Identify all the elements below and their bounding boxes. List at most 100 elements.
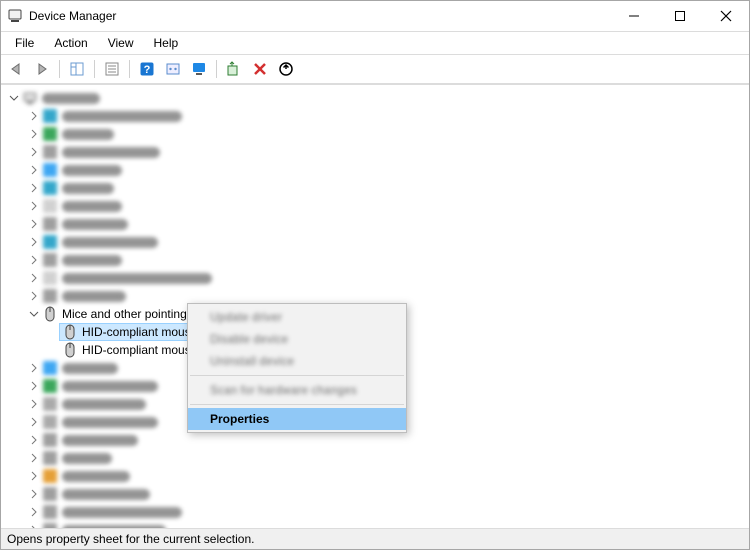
mouse-icon xyxy=(42,306,58,322)
device-icon xyxy=(42,270,58,286)
device-icon xyxy=(42,162,58,178)
chevron-right-icon[interactable] xyxy=(27,127,41,141)
close-button[interactable] xyxy=(703,1,749,31)
device-icon xyxy=(42,504,58,520)
device-tree[interactable]: Mice and other pointing devices HID-comp… xyxy=(1,85,749,528)
cm-separator xyxy=(190,404,404,405)
device-icon xyxy=(42,468,58,484)
menu-view[interactable]: View xyxy=(100,34,142,52)
chevron-right-icon[interactable] xyxy=(27,163,41,177)
device-icon xyxy=(42,288,58,304)
device-icon xyxy=(42,180,58,196)
category-blurred[interactable] xyxy=(5,449,749,467)
chevron-right-icon[interactable] xyxy=(27,289,41,303)
context-menu: Update driver Disable device Uninstall d… xyxy=(187,303,407,433)
device-icon xyxy=(42,234,58,250)
device-icon xyxy=(42,144,58,160)
show-hidden-icon[interactable] xyxy=(162,58,184,80)
toolbar-separator xyxy=(129,60,130,78)
chevron-right-icon[interactable] xyxy=(27,217,41,231)
device-icon xyxy=(42,216,58,232)
scan-hardware-icon[interactable] xyxy=(223,58,245,80)
chevron-right-icon[interactable] xyxy=(27,505,41,519)
show-hide-tree-icon[interactable] xyxy=(66,58,88,80)
content-area: Mice and other pointing devices HID-comp… xyxy=(1,84,749,529)
cm-uninstall-device[interactable]: Uninstall device xyxy=(188,350,406,372)
cm-properties[interactable]: Properties xyxy=(188,408,406,430)
chevron-right-icon[interactable] xyxy=(27,415,41,429)
category-blurred[interactable] xyxy=(5,143,749,161)
mouse-icon xyxy=(62,324,78,340)
category-blurred[interactable] xyxy=(5,161,749,179)
category-blurred[interactable] xyxy=(5,197,749,215)
category-blurred[interactable] xyxy=(5,485,749,503)
tree-root[interactable] xyxy=(5,89,749,107)
statusbar-text: Opens property sheet for the current sel… xyxy=(7,532,254,546)
device-icon xyxy=(42,126,58,142)
device-icon xyxy=(42,378,58,394)
toolbar-separator xyxy=(94,60,95,78)
device-label: HID-compliant mouse xyxy=(82,341,197,359)
cm-disable-device[interactable]: Disable device xyxy=(188,328,406,350)
chevron-right-icon[interactable] xyxy=(27,253,41,267)
category-blurred[interactable] xyxy=(5,233,749,251)
chevron-right-icon[interactable] xyxy=(27,109,41,123)
titlebar: Device Manager xyxy=(1,1,749,32)
chevron-down-icon[interactable] xyxy=(27,307,41,321)
help-icon[interactable]: ? xyxy=(136,58,158,80)
chevron-right-icon[interactable] xyxy=(27,181,41,195)
chevron-right-icon[interactable] xyxy=(27,523,41,528)
category-blurred[interactable] xyxy=(5,179,749,197)
cm-update-driver[interactable]: Update driver xyxy=(188,306,406,328)
chevron-right-icon[interactable] xyxy=(27,451,41,465)
category-blurred[interactable] xyxy=(5,431,749,449)
chevron-right-icon[interactable] xyxy=(27,361,41,375)
statusbar: Opens property sheet for the current sel… xyxy=(1,529,749,549)
chevron-right-icon[interactable] xyxy=(27,199,41,213)
category-blurred[interactable] xyxy=(5,521,749,528)
chevron-down-icon[interactable] xyxy=(7,91,21,105)
chevron-right-icon[interactable] xyxy=(27,487,41,501)
device-icon xyxy=(42,360,58,376)
chevron-right-icon[interactable] xyxy=(27,235,41,249)
svg-text:?: ? xyxy=(144,64,151,76)
category-blurred[interactable] xyxy=(5,125,749,143)
category-blurred[interactable] xyxy=(5,503,749,521)
device-label: HID-compliant mouse xyxy=(82,323,197,341)
toolbar: ? xyxy=(1,54,749,84)
back-icon[interactable] xyxy=(5,58,27,80)
device-icon xyxy=(42,522,58,528)
properties-icon[interactable] xyxy=(101,58,123,80)
menu-action[interactable]: Action xyxy=(46,34,95,52)
uninstall-icon[interactable] xyxy=(249,58,271,80)
cm-separator xyxy=(190,375,404,376)
chevron-right-icon[interactable] xyxy=(27,469,41,483)
device-icon xyxy=(42,198,58,214)
monitor-icon[interactable] xyxy=(188,58,210,80)
forward-icon[interactable] xyxy=(31,58,53,80)
category-blurred[interactable] xyxy=(5,251,749,269)
chevron-right-icon[interactable] xyxy=(27,433,41,447)
minimize-button[interactable] xyxy=(611,1,657,31)
toolbar-separator xyxy=(59,60,60,78)
chevron-right-icon[interactable] xyxy=(27,379,41,393)
menu-help[interactable]: Help xyxy=(146,34,187,52)
cm-scan-hardware[interactable]: Scan for hardware changes xyxy=(188,379,406,401)
category-blurred[interactable] xyxy=(5,215,749,233)
device-icon xyxy=(42,486,58,502)
toolbar-separator xyxy=(216,60,217,78)
device-icon xyxy=(42,450,58,466)
update-driver-icon[interactable] xyxy=(275,58,297,80)
chevron-right-icon[interactable] xyxy=(27,397,41,411)
chevron-right-icon[interactable] xyxy=(27,271,41,285)
maximize-button[interactable] xyxy=(657,1,703,31)
menubar: File Action View Help xyxy=(1,32,749,54)
computer-icon xyxy=(22,90,38,106)
category-blurred[interactable] xyxy=(5,467,749,485)
menu-file[interactable]: File xyxy=(7,34,42,52)
category-blurred[interactable] xyxy=(5,107,749,125)
mouse-icon xyxy=(62,342,78,358)
chevron-right-icon[interactable] xyxy=(27,145,41,159)
device-icon xyxy=(42,432,58,448)
category-blurred[interactable] xyxy=(5,269,749,287)
